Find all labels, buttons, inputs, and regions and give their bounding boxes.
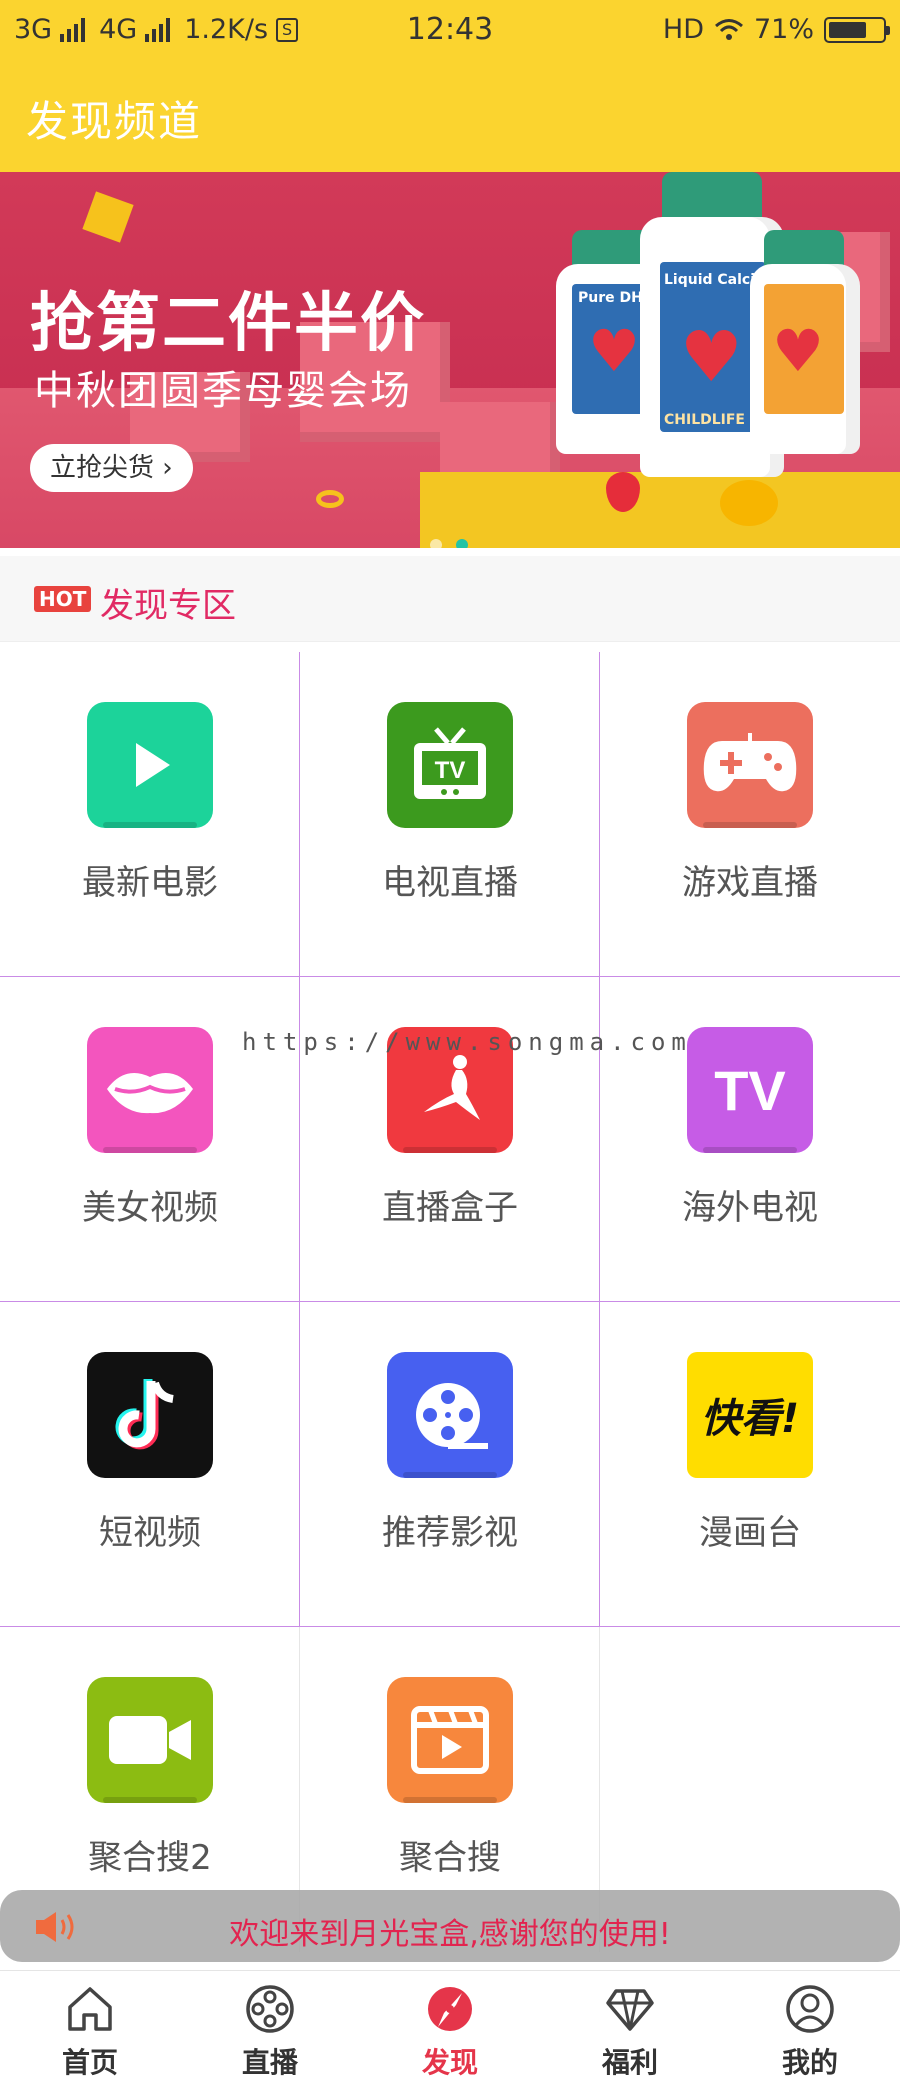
clapperboard-icon xyxy=(387,1677,513,1803)
grid-item-label: 推荐影视 xyxy=(382,1513,518,1553)
kuaikan-logo-text: 快看! xyxy=(700,1396,800,1442)
svg-text:TV: TV xyxy=(435,757,466,784)
grid-item-short-video[interactable]: 短视频 xyxy=(0,1302,300,1627)
tab-welfare[interactable]: 福利 xyxy=(540,1971,720,2083)
tab-live[interactable]: 直播 xyxy=(180,1971,360,2083)
carousel-dot-active[interactable] xyxy=(456,539,468,548)
grid-item-label: 聚合搜 xyxy=(399,1838,501,1878)
grid-item-beauty-video[interactable]: 美女视频 xyxy=(0,977,300,1302)
grid-item-latest-movies[interactable]: 最新电影 xyxy=(0,652,300,977)
grid-item-label: 短视频 xyxy=(99,1513,201,1553)
grid-item-label: 电视直播 xyxy=(382,863,518,903)
film-icon xyxy=(246,1985,294,2033)
notice-bar: 欢迎来到月光宝盒,感谢您的使用! xyxy=(0,1890,900,1962)
page-title: 发现频道 xyxy=(26,97,203,146)
grid-item-label: 美女视频 xyxy=(82,1188,218,1228)
battery-percent: 71% xyxy=(753,14,814,45)
banner-headline: 抢第二件半价 xyxy=(30,287,426,361)
product-stand xyxy=(420,472,900,548)
section-title: 发现专区 xyxy=(100,586,236,626)
notice-text: 欢迎来到月光宝盒,感谢您的使用! xyxy=(229,1917,671,1952)
tv-text: TV xyxy=(714,1058,786,1122)
grid-item-label: 海外电视 xyxy=(682,1188,818,1228)
chevron-right-icon: › xyxy=(162,453,173,483)
tab-label: 直播 xyxy=(241,2046,298,2079)
discover-icon xyxy=(428,1987,472,2031)
grid-item-label: 最新电影 xyxy=(82,863,218,903)
tiktok-icon xyxy=(87,1352,213,1478)
grid-item-label: 游戏直播 xyxy=(682,863,818,903)
status-right: HD 71% xyxy=(662,14,890,45)
grid-item-overseas-tv[interactable]: TV 海外电视 xyxy=(600,977,900,1302)
grid-item-comics[interactable]: 快看! 漫画台 xyxy=(600,1302,900,1627)
top-bar: 3G 4G 1.2K/s S 12:43 HD 71% 发现频道 xyxy=(0,0,900,172)
brand-label: CHILDLIFE xyxy=(664,412,745,428)
carousel-dots[interactable] xyxy=(430,539,468,548)
tab-discover[interactable]: 发现 xyxy=(360,1971,540,2083)
home-icon xyxy=(68,1987,112,2031)
grid-item-game-live[interactable]: 游戏直播 xyxy=(600,652,900,977)
tab-label: 发现 xyxy=(421,2046,478,2079)
tv-icon: TV xyxy=(387,702,513,828)
grid-item-label: 漫画台 xyxy=(699,1513,801,1553)
film-reel-icon xyxy=(387,1352,513,1478)
grid-item-tv-live[interactable]: TV 电视直播 xyxy=(300,652,600,977)
banner-subline: 中秋团圆季母婴会场 xyxy=(34,368,412,414)
banner-ring xyxy=(316,490,344,508)
bottom-tab-bar: 首页 直播 发现 福利 我的 xyxy=(0,1970,900,2083)
discover-section-header: HOT 发现专区 xyxy=(0,556,900,642)
hot-badge: HOT xyxy=(34,586,92,612)
hd-label: HD xyxy=(662,14,704,45)
user-icon xyxy=(786,1985,834,2033)
tab-mine[interactable]: 我的 xyxy=(720,1971,900,2083)
grid-item-live-box[interactable]: 直播盒子 xyxy=(300,977,600,1302)
grid-item-label: 直播盒子 xyxy=(382,1188,518,1228)
video-camera-icon xyxy=(87,1677,213,1803)
carousel-dot[interactable] xyxy=(430,539,442,548)
banner-buy-label: 立抢尖货 xyxy=(50,453,155,483)
grid-item-recommend-movies[interactable]: 推荐影视 xyxy=(300,1302,600,1627)
gamepad-icon xyxy=(687,702,813,828)
banner-cube xyxy=(82,191,134,243)
watermark-text: https://www.songma.com xyxy=(242,1028,692,1056)
status-bar: 3G 4G 1.2K/s S 12:43 HD 71% xyxy=(0,0,900,62)
orange-decor xyxy=(720,480,778,526)
kuaikan-icon: 快看! xyxy=(687,1352,813,1478)
tab-label: 福利 xyxy=(601,2046,658,2079)
lips-icon xyxy=(87,1027,213,1153)
tab-label: 首页 xyxy=(61,2046,118,2079)
battery-icon xyxy=(824,16,890,43)
diamond-icon xyxy=(606,1989,654,2031)
tab-label: 我的 xyxy=(781,2046,838,2079)
tv-text-icon: TV xyxy=(687,1027,813,1153)
play-icon xyxy=(87,702,213,828)
promo-banner[interactable]: 抢第二件半价 中秋团圆季母婴会场 立抢尖货 › Pure DHA ♥ Liqui… xyxy=(0,172,900,548)
banner-buy-button[interactable]: 立抢尖货 › xyxy=(30,444,193,492)
grid-item-label: 聚合搜2 xyxy=(88,1838,212,1878)
tab-home[interactable]: 首页 xyxy=(0,1971,180,2083)
wifi-icon xyxy=(715,18,743,40)
